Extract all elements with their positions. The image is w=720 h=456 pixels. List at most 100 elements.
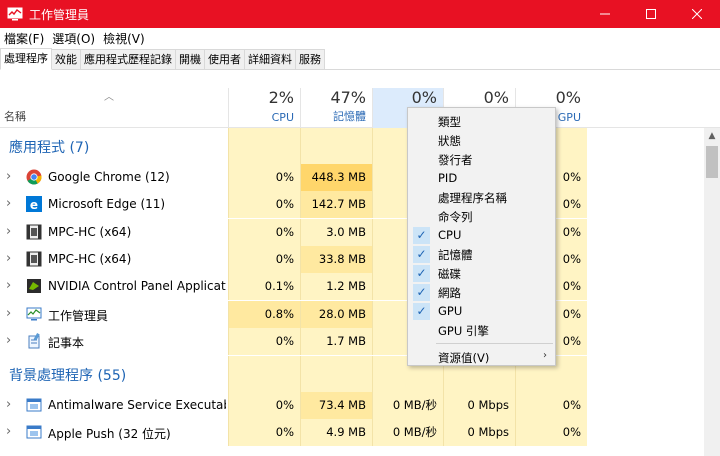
tab-performance[interactable]: 效能 [51,49,81,69]
name-column-label: 名稱 [4,110,26,123]
edge-icon: e [26,196,42,213]
context-menu-item[interactable]: 類型 [408,112,555,131]
menu-file[interactable]: 檔案(F) [0,30,48,47]
table-row[interactable]: 0% 73.4 MB 0 MB/秒 0 Mbps 0% › Antimalware Serv… [0,392,704,420]
context-menu-item[interactable]: 資源值(V) › [408,348,555,367]
group-heat-cell [228,128,300,164]
disk-cell: 0 MB/秒 [372,392,443,420]
tab-app-history[interactable]: 應用程式歷程記錄 [80,49,176,69]
expand-chevron-icon[interactable]: › [6,306,11,321]
vertical-scrollbar[interactable]: ▲ [704,128,720,456]
context-menu-item[interactable]: 命令列 [408,207,555,226]
group-title: 應用程式 (7) [9,140,90,156]
table-row[interactable]: 0%3.0 MB0 M0%›MPC-HC (x64) [0,218,704,246]
submenu-arrow-icon: › [543,350,547,361]
process-name: NVIDIA Control Panel Applicat... [48,279,226,294]
tab-bar: 處理程序 效能 應用程式歷程記錄 開機 使用者 詳細資料 服務 [0,48,720,70]
expand-chevron-icon[interactable]: › [6,397,11,412]
title-bar[interactable]: 工作管理員 [0,0,720,28]
memory-cell: 4.9 MB [300,419,372,447]
context-menu-item[interactable]: ✓ 網路 [408,283,555,302]
context-menu-label: GPU [438,304,463,318]
context-menu-label: GPU 引擎 [438,324,489,338]
context-menu-item[interactable]: 處理程序名稱 [408,188,555,207]
window-title: 工作管理員 [29,7,90,22]
process-name: MPC-HC (x64) [48,224,132,239]
menu-view[interactable]: 檢視(V) [99,30,149,47]
table-row[interactable]: 0%1.7 MB0 M0%›記事本 [0,327,704,355]
name-column-header[interactable]: ︿ 名稱 [0,88,228,128]
memory-cell: 448.3 MB [300,164,372,191]
checkmark-icon: ✓ [413,303,430,320]
checkmark-icon: ✓ [413,284,430,301]
mpc-icon [26,224,42,240]
cpu-cell: 0% [228,164,300,191]
process-name: Google Chrome (12) [48,170,170,184]
minimize-button[interactable] [582,0,628,28]
table-row[interactable]: 0.1%1.2 MB0 M0%›NVIDIA Control Panel App… [0,273,704,301]
memory-column-label: 記憶體 [333,110,366,123]
group-header[interactable]: 應用程式 (7) [0,128,704,164]
context-menu-label: 資源值(V) [438,351,490,365]
menu-options[interactable]: 選項(O) [48,30,99,47]
expand-chevron-icon[interactable]: › [6,278,11,293]
expand-chevron-icon[interactable]: › [6,333,11,348]
expand-chevron-icon[interactable]: › [6,169,11,184]
column-context-menu: 類型 狀態 發行者 PID 處理程序名稱 命令列 ✓ CPU ✓ 記憶體 ✓ 磁碟 ✓ 網路 ✓ GPU GPU… [407,107,556,366]
context-menu-item[interactable]: ✓ 磁碟 [408,264,555,283]
cpu-cell: 0% [228,419,300,447]
task-manager-app-icon [7,6,23,22]
chrome-icon [26,169,42,185]
expand-chevron-icon[interactable]: › [6,196,11,211]
checkmark-icon: ✓ [413,265,430,282]
table-row[interactable]: 0.8%28.0 MB0 M0%›工作管理員 [0,300,704,328]
table-row[interactable]: 0%448.3 MB0 M0%›Google Chrome (12) [0,164,704,191]
context-menu-label: 磁碟 [438,267,461,281]
close-icon [692,9,702,19]
tab-users[interactable]: 使用者 [204,49,245,69]
cpu-column-header[interactable]: 2% CPU [228,88,300,128]
context-menu-item[interactable]: PID [408,169,555,188]
gpu-cell: 0% [515,419,587,447]
cpu-cell: 0% [228,245,300,273]
gpu-cell: 0% [515,392,587,420]
maximize-button[interactable] [628,0,674,28]
expand-chevron-icon[interactable]: › [6,251,11,266]
context-menu-item[interactable]: ✓ CPU [408,226,555,245]
context-menu-item[interactable]: GPU 引擎 [408,321,555,340]
cpu-column-label: CPU [271,111,294,124]
menu-bar: 檔案(F) 選項(O) 檢視(V) [0,28,720,48]
context-menu-item[interactable]: 發行者 [408,150,555,169]
service-icon [26,424,42,440]
sort-ascending-icon: ︿ [104,92,114,103]
memory-column-header[interactable]: 47% 記憶體 [300,88,372,128]
expand-chevron-icon[interactable]: › [6,424,11,439]
menu-separator [436,343,553,344]
cpu-cell: 0% [228,191,300,219]
context-menu-item[interactable]: 狀態 [408,131,555,150]
close-button[interactable] [674,0,720,28]
context-menu-item[interactable]: ✓ 記憶體 [408,245,555,264]
scroll-up-icon[interactable]: ▲ [704,128,720,144]
context-menu-label: 類型 [438,115,461,129]
context-menu-item[interactable]: ✓ GPU [408,302,555,321]
expand-chevron-icon[interactable]: › [6,224,11,239]
tab-services[interactable]: 服務 [295,49,325,69]
group-header[interactable]: 背景處理程序 (55) [0,356,704,393]
tab-startup[interactable]: 開機 [175,49,205,69]
process-name: 記事本 [48,335,85,350]
process-name: Microsoft Edge (11) [48,197,166,212]
network-total: 0% [483,88,509,107]
svg-text:e: e [30,198,38,212]
tab-details[interactable]: 詳細資料 [244,49,296,69]
group-title: 背景處理程序 (55) [9,368,127,385]
scroll-thumb[interactable] [706,146,718,178]
table-row[interactable]: 0% 4.9 MB 0 MB/秒 0 Mbps 0% › Apple Push (32 位元… [0,419,704,447]
table-row[interactable]: 0%142.7 MB0 M0%›eMicrosoft Edge (11) [0,191,704,219]
checkmark-icon: ✓ [413,246,430,263]
tab-processes[interactable]: 處理程序 [0,48,52,70]
table-row[interactable]: 0%33.8 MB0 M0%›MPC-HC (x64) [0,245,704,273]
memory-total: 47% [330,88,366,107]
group-heat-cell [228,356,300,393]
disk-cell: 0 MB/秒 [372,419,443,447]
